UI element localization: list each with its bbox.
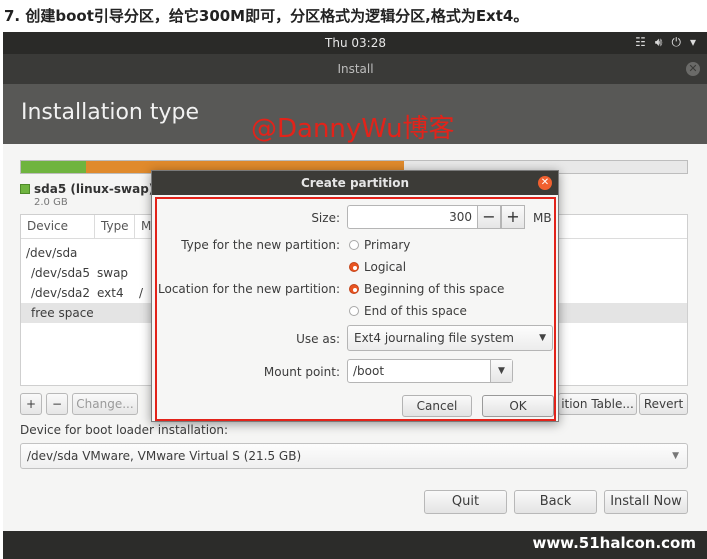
row-mount: /	[139, 286, 144, 300]
install-now-button[interactable]: Install Now	[604, 490, 688, 514]
chevron-down-icon: ▼	[539, 333, 546, 343]
size-label: Size:	[311, 211, 340, 225]
system-tray[interactable]: ☷ 🔊︎ ⏻ ▾	[635, 35, 696, 50]
bootloader-label: Device for boot loader installation:	[20, 423, 229, 437]
row-device: /dev/sda5	[31, 266, 91, 280]
cancel-button[interactable]: Cancel	[402, 395, 472, 417]
use-as-value: Ext4 journaling file system	[354, 331, 514, 345]
mount-point-label: Mount point:	[263, 365, 340, 379]
type-label: Type for the new partition:	[181, 238, 340, 252]
dialog-title: Create partition	[300, 176, 410, 190]
remove-partition-button[interactable]: −	[46, 393, 68, 415]
bootloader-select[interactable]: /dev/sda VMware, VMware Virtual S (21.5 …	[20, 443, 688, 469]
location-beginning-radio[interactable]: Beginning of this space	[349, 282, 504, 296]
bootloader-value: /dev/sda VMware, VMware Virtual S (21.5 …	[27, 449, 302, 463]
dialog-body-highlight: Size: 300 − + MB Type for the new partit…	[155, 197, 556, 421]
revert-button[interactable]: Revert	[639, 393, 688, 415]
window-titlebar: Install ✕	[3, 54, 707, 84]
partition-segment-sda5	[21, 161, 86, 173]
use-as-label: Use as:	[296, 332, 340, 346]
bottom-strip: www.51halcon.com	[3, 531, 707, 559]
row-device: /dev/sda	[26, 246, 78, 260]
column-device[interactable]: Device	[21, 215, 95, 238]
page-header: Installation type @DannyWu博客	[3, 84, 707, 144]
chevron-down-icon[interactable]: ▾	[690, 35, 696, 50]
site-watermark: www.51halcon.com	[532, 534, 696, 552]
row-device: /dev/sda2	[31, 286, 91, 300]
top-panel: Thu 03:28 ☷ 🔊︎ ⏻ ▾	[3, 32, 707, 54]
volume-icon[interactable]: 🔊︎	[655, 35, 663, 50]
back-button[interactable]: Back	[514, 490, 597, 514]
row-type: swap	[97, 266, 129, 280]
page-title: Installation type	[21, 100, 199, 125]
radio-on-icon	[349, 284, 359, 294]
location-end-radio[interactable]: End of this space	[349, 304, 467, 318]
change-partition-button[interactable]: Change...	[72, 393, 138, 415]
dialog-titlebar: Create partition ✕	[152, 171, 558, 195]
size-unit: MB	[533, 211, 552, 225]
size-increment-button[interactable]: +	[501, 205, 525, 229]
create-partition-dialog: Create partition ✕ Size: 300 − + MB Type…	[151, 170, 559, 422]
power-icon[interactable]: ⏻	[671, 35, 681, 50]
add-partition-button[interactable]: +	[20, 393, 42, 415]
radio-on-icon	[349, 262, 359, 272]
window-close-icon[interactable]: ✕	[686, 62, 700, 76]
type-logical-radio[interactable]: Logical	[349, 260, 406, 274]
legend-size: 2.0 GB	[34, 197, 68, 208]
dialog-close-icon[interactable]: ✕	[538, 176, 552, 190]
chevron-down-icon: ▼	[672, 451, 679, 461]
row-device: free space	[31, 306, 94, 320]
caption-text: 7. 创建boot引导分区，给它300M即可，分区格式为逻辑分区,格式为Ext4…	[4, 7, 529, 25]
row-type: ext4	[97, 286, 124, 300]
ok-button[interactable]: OK	[482, 395, 554, 417]
type-primary-radio[interactable]: Primary	[349, 238, 410, 252]
location-label: Location for the new partition:	[158, 282, 340, 296]
size-decrement-button[interactable]: −	[477, 205, 501, 229]
clock[interactable]: Thu 03:28	[3, 36, 707, 50]
mount-point-combo[interactable]: /boot ▼	[347, 359, 513, 383]
size-input[interactable]: 300	[347, 205, 483, 229]
legend-swatch	[20, 183, 30, 194]
new-partition-table-button[interactable]: ition Table...	[558, 393, 637, 415]
chevron-down-icon[interactable]: ▼	[490, 360, 512, 382]
partition-legend: sda5 (linux-swap) 2.0 GB	[20, 181, 154, 208]
window-title: Install	[337, 62, 374, 76]
radio-off-icon	[349, 306, 359, 316]
quit-button[interactable]: Quit	[424, 490, 507, 514]
legend-name: sda5 (linux-swap)	[34, 181, 155, 196]
blog-watermark: @DannyWu博客	[251, 114, 455, 144]
column-type[interactable]: Type	[95, 215, 135, 238]
radio-off-icon	[349, 240, 359, 250]
mount-point-value: /boot	[353, 364, 385, 378]
network-icon[interactable]: ☷	[635, 35, 646, 50]
use-as-select[interactable]: Ext4 journaling file system ▼	[347, 325, 553, 351]
